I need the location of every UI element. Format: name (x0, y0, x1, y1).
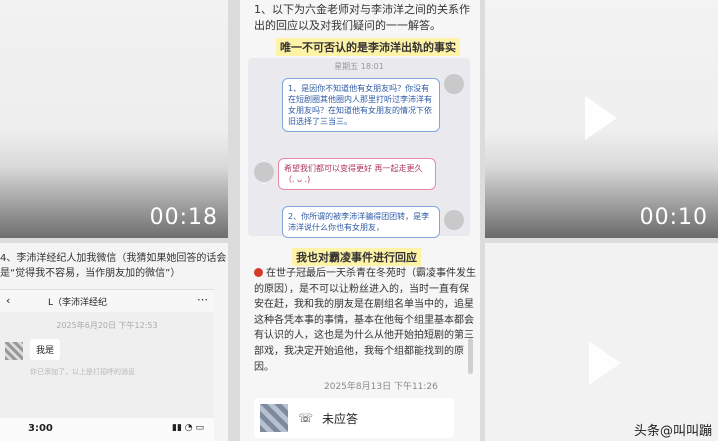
avatar (444, 74, 464, 94)
wechat-chat: ‹ L（李沛洋经纪 ⋯ 2025年6月20日 下午12:53 我是 你已添加了，… (0, 289, 214, 441)
play-icon[interactable] (589, 341, 621, 385)
paragraph-text: 在世子冠最后一天杀青在冬苑时（霸凌事件发生的原因），是不可以让粉丝进入的，当时一… (254, 268, 476, 373)
play-icon[interactable] (585, 96, 617, 140)
chat-title: L（李沛洋经纪 (48, 298, 108, 308)
avatar (5, 342, 23, 360)
video-duration: 00:10 (639, 205, 708, 230)
message-timestamp: 2025年8月13日 下午11:26 (324, 382, 438, 392)
chat-date: 2025年6月20日 下午12:53 (56, 321, 158, 330)
chat-time: 星期五 18:01 (334, 62, 384, 71)
wechat-screenshot-panel: 4、李沛洋经纪人加我微信（我猜如果她回答的话会是“觉得我不容易，当作朋友加的微信… (0, 243, 228, 441)
avatar (254, 162, 274, 182)
article-intro: 1、以下为六金老师对与李沛洋之间的关系作出的回应以及对我们疑问的一一解答。 (254, 3, 470, 32)
phone-icon: ☏ (298, 411, 314, 425)
system-note: 你已添加了，以上是打招呼的消息 (30, 368, 135, 376)
chat-bubble: 希望我们都可以变得更好 再一起走更久（. ᴗ .) (278, 158, 436, 190)
video-thumbnail-2[interactable]: 00:10 (485, 0, 718, 238)
avatar (260, 404, 288, 432)
more-icon[interactable]: ⋯ (197, 293, 208, 306)
status-time: 3:00 (28, 423, 53, 434)
article-panel: 1、以下为六金老师对与李沛洋之间的关系作出的回应以及对我们疑问的一一解答。 唯一… (240, 0, 480, 441)
watermark: 头条@叫叫蹦 (633, 424, 712, 439)
call-status: 未应答 (322, 412, 359, 426)
chat-bubble: 1、是因你不知道他有女朋友吗？你没有在短剧圈其他圈内人那里打听过李沛洋有女朋友吗… (282, 78, 440, 132)
video-duration: 00:18 (149, 205, 218, 230)
chat-header: ‹ L（李沛洋经纪 ⋯ (0, 290, 214, 312)
video-thumbnail-3[interactable]: 头条@叫叫蹦 (485, 243, 718, 441)
status-bar: 3:00 ▮▮ ◔ ▭ (0, 418, 214, 441)
red-dot-icon (254, 268, 263, 277)
call-record[interactable]: ☏ 未应答 (254, 398, 454, 438)
back-icon[interactable]: ‹ (6, 294, 10, 307)
highlight-heading: 唯一不可否认的是李沛洋出轨的事实 (276, 38, 460, 56)
video-thumbnail-1[interactable]: 00:18 (0, 0, 228, 238)
signal-icon: ▮▮ ◔ ▭ (172, 423, 204, 433)
highlight-heading: 我也对霸凌事件进行回应 (292, 248, 421, 266)
chat-bubble: 我是 (30, 339, 61, 360)
article-paragraph: 在世子冠最后一天杀青在冬苑时（霸凌事件发生的原因），是不可以让粉丝进入的，当时一… (254, 266, 476, 375)
chat-screenshot: 星期五 18:01 1、是因你不知道他有女朋友吗？你没有在短剧圈其他圈内人那里打… (248, 58, 470, 238)
caption: 4、李沛洋经纪人加我微信（我猜如果她回答的话会是“觉得我不容易，当作朋友加的微信… (0, 253, 227, 279)
scrollbar[interactable] (468, 338, 473, 374)
avatar (444, 210, 464, 230)
chat-bubble: 2、你所谓的被李沛洋骗得团团转，是李沛洋说什么你也有女朋友， (282, 206, 440, 238)
